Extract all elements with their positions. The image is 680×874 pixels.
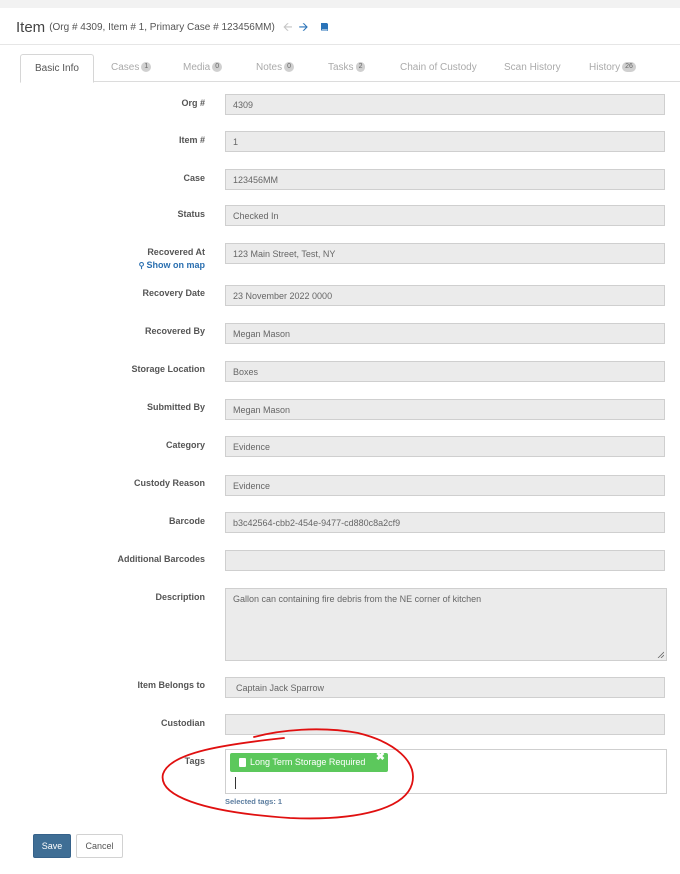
- recovery-date-label: Recovery Date: [142, 288, 205, 298]
- additional-barcodes-label: Additional Barcodes: [117, 554, 205, 564]
- item-belongs-to-field[interactable]: Captain Jack Sparrow: [225, 677, 665, 698]
- tab-label: History: [589, 62, 621, 73]
- tab-label: Notes: [256, 62, 283, 73]
- document-icon: [239, 758, 246, 768]
- custodian-label: Custodian: [161, 718, 205, 728]
- tab-count-badge: 1: [141, 62, 152, 73]
- item-label: Item #: [178, 135, 205, 145]
- submitted-by-label: Submitted By: [146, 402, 205, 412]
- storage-location-field[interactable]: Boxes: [225, 361, 665, 382]
- page-title: Item: [16, 18, 46, 36]
- org-label: Org #: [181, 98, 205, 108]
- book-icon[interactable]: [320, 22, 329, 32]
- text-cursor: [235, 777, 236, 789]
- tab-label: Tasks: [328, 62, 354, 73]
- page-subtitle: (Org # 4309, Item # 1, Primary Case # 12…: [49, 21, 275, 33]
- tags-label: Tags: [184, 756, 205, 766]
- tab-label: Chain of Custody: [400, 62, 477, 73]
- show-on-map-link[interactable]: ⚲ Show on map: [139, 260, 205, 270]
- tab-basic-info[interactable]: Basic Info: [20, 54, 94, 83]
- case-label: Case: [183, 173, 205, 183]
- tab-cases[interactable]: Cases 1: [111, 54, 152, 81]
- item-belongs-to-label: Item Belongs to: [137, 680, 205, 690]
- tab-count-badge: 2: [355, 62, 366, 73]
- recovered-at-label: Recovered At: [147, 247, 205, 257]
- save-button[interactable]: Save: [33, 834, 71, 858]
- custody-reason-label: Custody Reason: [133, 478, 205, 488]
- custodian-field[interactable]: [225, 714, 665, 735]
- tab-bar: Basic Info Cases 1 Media 0 Notes 0 Tasks 2 C…: [20, 54, 680, 83]
- custody-reason-field[interactable]: Evidence: [225, 475, 665, 496]
- page-header: Item (Org # 4309, Item # 1, Primary Case…: [16, 18, 329, 36]
- recovery-date-field[interactable]: 23 November 2022 0000: [225, 285, 665, 306]
- description-textarea[interactable]: Gallon can containing fire debris from t…: [225, 588, 667, 661]
- tab-label: Scan History: [504, 62, 561, 73]
- tag-chip[interactable]: Long Term Storage Required ✖: [230, 751, 388, 772]
- category-field[interactable]: Evidence: [225, 436, 665, 457]
- arrow-right-icon[interactable]: 🡪: [299, 21, 309, 33]
- additional-barcodes-field[interactable]: [225, 550, 665, 571]
- resize-handle-icon[interactable]: [657, 651, 664, 658]
- show-on-map-text: Show on map: [146, 260, 206, 270]
- recovered-by-field[interactable]: Megan Mason: [225, 323, 665, 344]
- recovered-at-field[interactable]: 123 Main Street, Test, NY: [225, 243, 665, 264]
- description-text: Gallon can containing fire debris from t…: [233, 594, 482, 604]
- tags-input[interactable]: Long Term Storage Required ✖: [225, 749, 667, 794]
- tab-history[interactable]: History 26: [589, 54, 636, 81]
- tab-label: Media: [183, 62, 211, 73]
- cancel-button[interactable]: Cancel: [76, 834, 123, 858]
- category-label: Category: [165, 440, 205, 450]
- status-label: Status: [177, 209, 205, 219]
- tab-count-badge: 26: [622, 62, 636, 73]
- description-label: Description: [155, 592, 205, 602]
- tab-count-badge: 0: [212, 62, 223, 73]
- tab-count-badge: 0: [284, 62, 295, 73]
- submitted-by-field[interactable]: Megan Mason: [225, 399, 665, 420]
- case-field[interactable]: 123456MM: [225, 169, 665, 190]
- tab-scan-history[interactable]: Scan History: [504, 54, 561, 81]
- header-divider: [0, 44, 680, 45]
- tag-label: Long Term Storage Required: [250, 757, 366, 767]
- storage-location-label: Storage Location: [131, 364, 205, 374]
- arrow-left-icon[interactable]: 🡨: [283, 21, 293, 33]
- barcode-label: Barcode: [168, 516, 205, 526]
- top-bar: [0, 0, 680, 8]
- tab-label: Cases: [111, 62, 140, 73]
- map-pin-icon: ⚲: [138, 261, 145, 270]
- tab-label: Basic Info: [35, 63, 79, 74]
- status-field[interactable]: Checked In: [225, 205, 665, 226]
- org-field[interactable]: 4309: [225, 94, 665, 115]
- recovered-by-label: Recovered By: [144, 326, 205, 336]
- tab-notes[interactable]: Notes 0: [256, 54, 295, 81]
- barcode-field[interactable]: b3c42564-cbb2-454e-9477-cd880c8a2cf9: [225, 512, 665, 533]
- tab-media[interactable]: Media 0: [183, 54, 223, 81]
- close-icon[interactable]: ✖: [376, 748, 385, 767]
- item-field[interactable]: 1: [225, 131, 665, 152]
- tab-tasks[interactable]: Tasks 2: [328, 54, 366, 81]
- selected-tags-count: Selected tags: 1: [225, 797, 283, 806]
- tab-chain-of-custody[interactable]: Chain of Custody: [400, 54, 477, 81]
